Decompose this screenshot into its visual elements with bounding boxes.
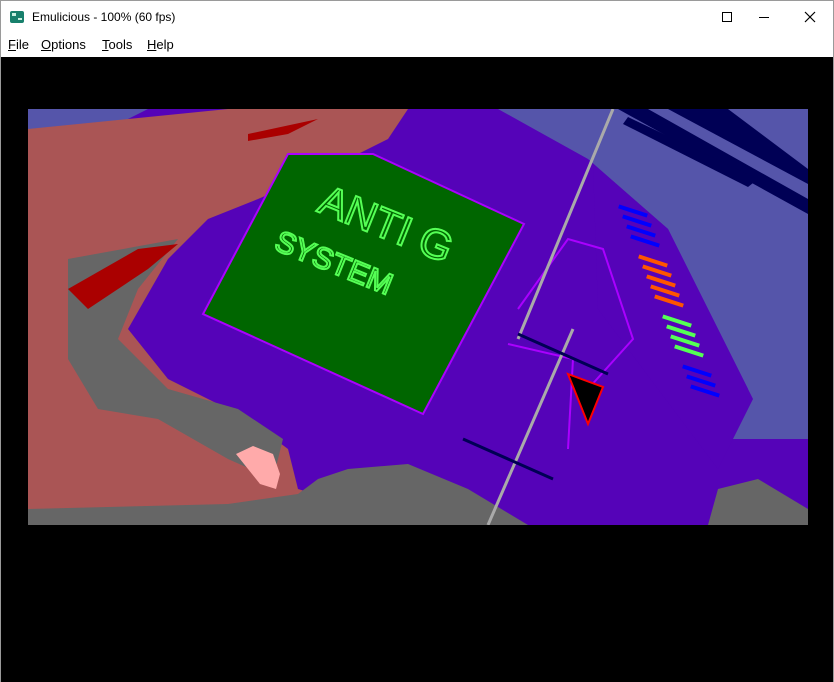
menu-help[interactable]: Help: [147, 37, 174, 53]
close-icon: [804, 11, 816, 23]
maximize-button[interactable]: [722, 1, 787, 33]
close-button[interactable]: [787, 1, 833, 33]
menu-tools[interactable]: Tools: [102, 37, 132, 53]
title-bar[interactable]: Emulicious - 100% (60 fps): [1, 1, 833, 33]
game-screen[interactable]: ANTI G SYSTEM: [28, 109, 808, 525]
app-icon: [10, 11, 24, 23]
menu-file[interactable]: File: [8, 37, 29, 53]
menu-bar: File Options Tools Help: [1, 33, 833, 57]
emulator-viewport[interactable]: ANTI G SYSTEM: [1, 57, 833, 682]
menu-options[interactable]: Options: [41, 37, 86, 53]
window-title: Emulicious - 100% (60 fps): [32, 10, 176, 24]
maximize-icon: [722, 12, 732, 22]
emulator-window: Emulicious - 100% (60 fps) File Options …: [0, 0, 834, 682]
game-scene: ANTI G SYSTEM: [28, 109, 808, 525]
